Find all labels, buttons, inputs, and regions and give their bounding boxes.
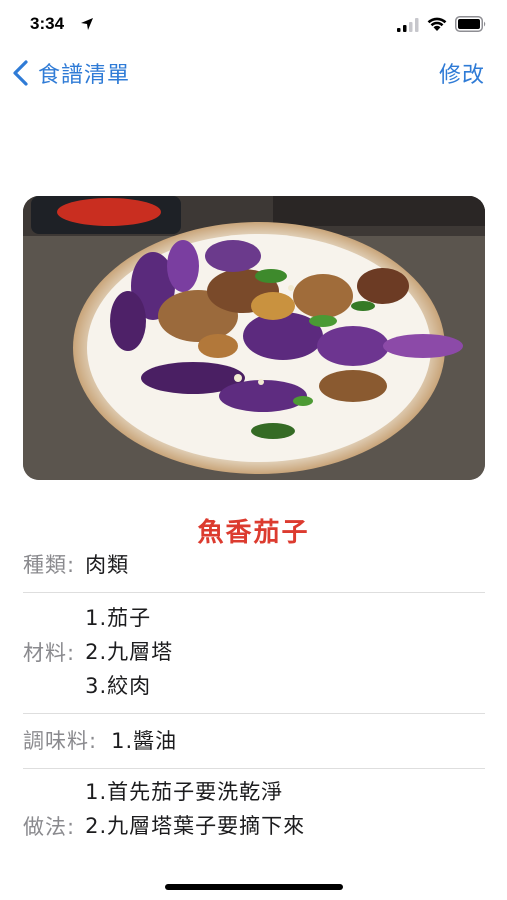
back-button-label: 食譜清單	[38, 63, 131, 88]
battery-icon	[455, 16, 486, 32]
wifi-icon	[427, 17, 447, 31]
ingredient-item: 2.九層塔	[85, 640, 174, 664]
divider	[23, 768, 485, 769]
back-button[interactable]: 食譜清單	[10, 56, 130, 90]
recipe-title: 魚香茄子	[197, 518, 310, 548]
home-indicator[interactable]	[165, 884, 343, 890]
seasoning-item: 1.醬油	[111, 729, 178, 753]
status-bar: 3:34	[0, 0, 507, 50]
status-time: 3:34	[30, 14, 65, 33]
method-step: 1.首先茄子要洗乾淨	[85, 780, 284, 804]
method-step: 2.九層塔葉子要摘下來	[85, 814, 306, 838]
category-value: 肉類	[85, 553, 130, 577]
ingredient-item: 3.絞肉	[85, 674, 152, 698]
cellular-signal-icon	[397, 18, 419, 32]
navigation-bar: 食譜清單 修改	[0, 50, 507, 98]
method-row: 做法: 1.首先茄子要洗乾淨 2.九層塔葉子要摘下來	[23, 774, 485, 844]
method-label: 做法:	[23, 815, 76, 839]
edit-button[interactable]: 修改	[439, 56, 485, 90]
chevron-left-icon	[13, 60, 28, 86]
category-label: 種類:	[23, 553, 76, 577]
divider	[23, 713, 485, 714]
seasoning-row: 調味料: 1.醬油	[23, 722, 485, 758]
category-row: 種類: 肉類	[23, 546, 485, 582]
recipe-photo	[23, 196, 485, 480]
ingredients-row: 材料: 1.茄子 2.九層塔 3.絞肉	[23, 600, 485, 704]
seasoning-label: 調味料:	[23, 729, 98, 753]
ingredients-label: 材料:	[23, 641, 76, 665]
divider	[23, 592, 485, 593]
location-arrow-icon	[81, 18, 93, 30]
method-list: 1.首先茄子要洗乾淨 2.九層塔葉子要摘下來	[85, 775, 305, 843]
ingredients-list: 1.茄子 2.九層塔 3.絞肉	[85, 601, 173, 703]
ingredient-item: 1.茄子	[85, 606, 152, 630]
